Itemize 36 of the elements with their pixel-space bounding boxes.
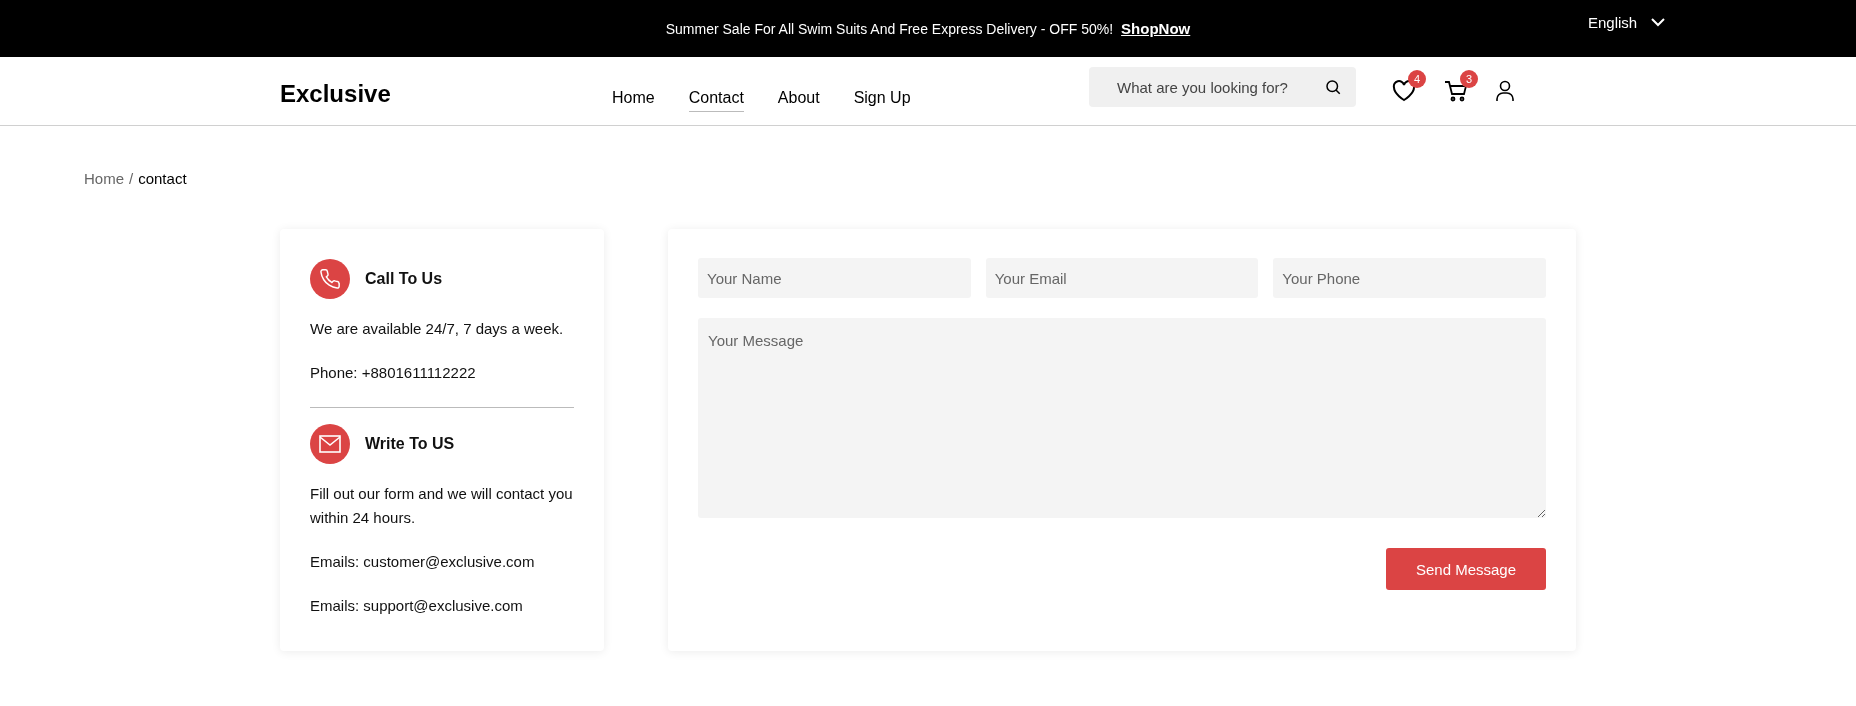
nav-link[interactable]: Sign Up [853, 88, 911, 112]
cart-button[interactable]: 3 [1444, 70, 1478, 102]
cart-icon [1444, 80, 1468, 102]
section-title: Call To Us [365, 270, 443, 288]
mail-icon [319, 435, 341, 453]
nav-link[interactable]: Home [612, 88, 655, 112]
info-text: Emails: support@exclusive.com [310, 596, 524, 616]
message-field[interactable]: Your Message [698, 318, 1546, 518]
breadcrumb-separator: / [129, 170, 134, 187]
count-badge: 3 [1460, 70, 1478, 88]
wishlist-button[interactable]: 4 [1392, 70, 1426, 102]
search-field[interactable]: What are you looking for? [1089, 67, 1356, 107]
search-input[interactable]: What are you looking for? [1115, 77, 1324, 97]
heart-icon [1392, 80, 1416, 102]
breadcrumb-link[interactable]: Home [84, 170, 124, 187]
nav-link[interactable]: Contact [688, 88, 744, 112]
input-field[interactable]: Your Email [985, 258, 1259, 298]
logo[interactable]: Exclusive [280, 74, 612, 108]
info-text: We are available 24/7, 7 days a week. [310, 319, 565, 339]
send-message-button[interactable]: Send Message [1386, 548, 1546, 590]
chevron-down-icon [1651, 18, 1666, 27]
breadcrumb-current: contact [138, 170, 187, 187]
user-icon [1496, 80, 1514, 102]
phone-icon [319, 268, 341, 290]
promo-text: Summer Sale For All Swim Suits And Free Express Delivery - OFF 50%! [665, 20, 1114, 37]
shop-now-link[interactable]: ShopNow [1121, 20, 1191, 37]
search-icon [1324, 78, 1342, 96]
count-badge: 4 [1408, 70, 1426, 88]
language-selector[interactable]: English [1588, 14, 1666, 31]
info-text: Emails: customer@exclusive.com [310, 552, 536, 572]
info-text: Fill out our form and we will contact you within 24 hours. [310, 484, 574, 528]
input-field[interactable]: Your Phone [1273, 258, 1546, 298]
nav-link[interactable]: About [777, 88, 820, 112]
input-field[interactable]: Your Name [698, 258, 971, 298]
section-title: Write To US [365, 435, 455, 453]
info-text: Phone: +8801611112222 [310, 363, 477, 383]
